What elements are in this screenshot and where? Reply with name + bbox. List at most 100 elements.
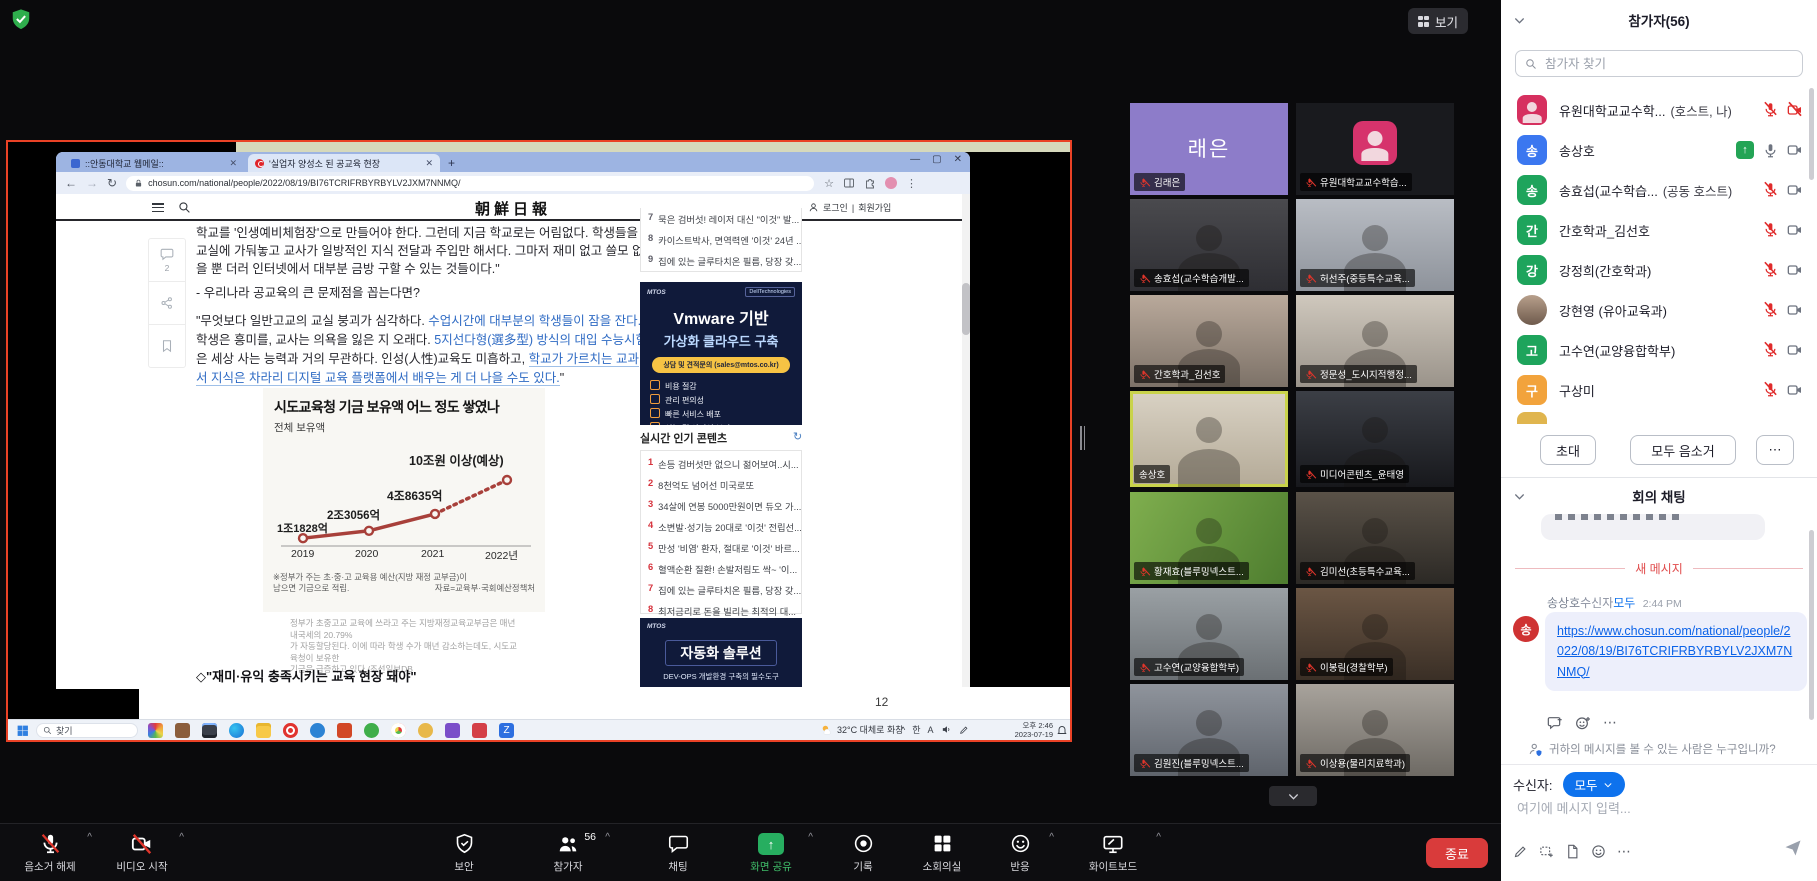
whiteboard-button[interactable]: ^ 화이트보드 bbox=[1063, 830, 1163, 876]
back-icon[interactable]: ← bbox=[65, 176, 77, 190]
collapse-videos-button[interactable] bbox=[1269, 786, 1317, 806]
tab-close-icon[interactable]: ✕ bbox=[425, 158, 433, 169]
chat-more-icon[interactable]: ⋯ bbox=[1617, 843, 1631, 860]
participants-button[interactable]: 56 ^ 참가자 bbox=[524, 830, 612, 876]
pen-input-icon[interactable] bbox=[959, 725, 969, 735]
invite-button[interactable]: 초대 bbox=[1540, 435, 1596, 465]
purple-app-icon[interactable] bbox=[445, 723, 460, 738]
record-button[interactable]: 기록 bbox=[827, 830, 899, 876]
browser-tab-webmail[interactable]: ::안동대학교 웹메일:: ✕ bbox=[64, 155, 244, 172]
tab-close-icon[interactable]: ✕ bbox=[229, 158, 237, 169]
popular-item[interactable]: 1손등 검버섯만 없으니 젊어보여..시... bbox=[641, 453, 801, 474]
share-options-chevron[interactable]: ^ bbox=[808, 832, 813, 843]
video-tile[interactable]: 송효섭(교수학습개발... bbox=[1130, 199, 1288, 291]
share-screen-button[interactable]: ↑ ^ 화면 공유 bbox=[727, 830, 815, 876]
highlighted-link-text[interactable]: 학교가 가르치는 교과 bbox=[529, 352, 639, 367]
red-app-icon[interactable] bbox=[472, 723, 487, 738]
mic-muted-icon[interactable] bbox=[1763, 301, 1778, 319]
display-app-icon[interactable] bbox=[202, 723, 217, 738]
reload-icon[interactable]: ↻ bbox=[107, 176, 117, 190]
system-tray[interactable]: ^ 한 A bbox=[901, 723, 969, 736]
unmute-button[interactable]: ^ 음소거 해제 bbox=[6, 830, 94, 876]
chat-button[interactable]: 채팅 bbox=[640, 830, 716, 876]
video-tile[interactable]: 이봉림(경찰학부) bbox=[1296, 588, 1454, 680]
edge-app-icon[interactable] bbox=[229, 723, 244, 738]
automation-ad-banner[interactable]: MTOS 자동화 솔루션 DEV-OPS 개발환경 구축의 필수도구 bbox=[640, 618, 802, 689]
popular-item[interactable]: 6혈액순환 질환! 손발저림도 싹~ '이... bbox=[641, 558, 801, 579]
video-tile[interactable]: 유원대학교교수학습... bbox=[1296, 103, 1454, 195]
taskbar-search[interactable]: 찾기 bbox=[36, 723, 138, 738]
highlighted-link-text[interactable]: 서 지식은 차라리 디지털 교육 플랫폼에서 배우는 게 더 나을 수도 있다. bbox=[196, 371, 560, 386]
participant-row[interactable]: 유원대학교교수학... (호스트, 나) bbox=[1501, 90, 1817, 130]
zoom-app-icon[interactable]: Z bbox=[499, 723, 514, 738]
video-icon[interactable] bbox=[1787, 222, 1803, 238]
folder-app-icon[interactable] bbox=[256, 723, 271, 738]
video-tile[interactable]: 간호학과_김선호 bbox=[1130, 295, 1288, 387]
office-app-icon[interactable] bbox=[337, 723, 352, 738]
video-tile[interactable]: 김원진(블루밍넥스트... bbox=[1130, 684, 1288, 776]
start-video-button[interactable]: ^ 비디오 시작 bbox=[98, 830, 186, 876]
signup-link[interactable]: 회원가입 bbox=[858, 201, 891, 214]
opera-app-icon[interactable] bbox=[283, 723, 298, 738]
video-icon[interactable] bbox=[1787, 342, 1803, 358]
format-icon[interactable] bbox=[1513, 844, 1528, 859]
window-maximize-icon[interactable]: ▢ bbox=[932, 154, 941, 165]
participant-row[interactable]: 고 고수연(교양융합학부) bbox=[1501, 330, 1817, 370]
color-wheel-app-icon[interactable] bbox=[148, 723, 163, 738]
video-tile[interactable]: 정문성_도시지적행정... bbox=[1296, 295, 1454, 387]
popular-item[interactable]: 28천억도 넘어선 미국로또 bbox=[641, 474, 801, 495]
refresh-icon[interactable]: ↻ bbox=[793, 430, 802, 443]
browser-menu-icon[interactable]: ⋮ bbox=[906, 177, 917, 190]
reactions-options-chevron[interactable]: ^ bbox=[1049, 832, 1054, 843]
bookmark-star-icon[interactable]: ☆ bbox=[824, 177, 834, 190]
popular-item[interactable]: 7집에 있는 글루타치온 필름, 당장 갖... bbox=[641, 579, 801, 600]
participant-row[interactable]: 강 강정희(간호학과) bbox=[1501, 250, 1817, 290]
send-icon[interactable] bbox=[1783, 838, 1803, 858]
ranking-item[interactable]: 7묵은 검버섯! 레이저 대신 "이것" 발... bbox=[641, 208, 801, 229]
end-meeting-button[interactable]: 종료 bbox=[1426, 838, 1488, 868]
reply-icon[interactable] bbox=[1547, 715, 1563, 731]
window-close-icon[interactable]: ✕ bbox=[954, 154, 962, 165]
split-view-icon[interactable] bbox=[843, 177, 855, 189]
screenshot-icon[interactable] bbox=[1539, 844, 1554, 859]
video-tile[interactable]: 미디어콘텐츠_윤태영 bbox=[1296, 391, 1454, 487]
video-options-chevron[interactable]: ^ bbox=[179, 832, 184, 843]
reactions-button[interactable]: ^ 반응 bbox=[984, 830, 1056, 876]
start-button-icon[interactable] bbox=[16, 724, 29, 737]
speaker-icon[interactable] bbox=[941, 724, 952, 735]
video-icon[interactable] bbox=[1787, 302, 1803, 318]
whiteboard-options-chevron[interactable]: ^ bbox=[1156, 832, 1161, 843]
participants-search[interactable] bbox=[1515, 50, 1803, 77]
window-minimize-icon[interactable]: — bbox=[910, 154, 920, 165]
video-tile[interactable]: 래은 김래은 bbox=[1130, 103, 1288, 195]
highlighted-link-text[interactable]: 5지선다형(選多型) 방식의 대입 수능시험 bbox=[434, 333, 647, 347]
video-tile[interactable]: 황재효(블루밍넥스트... bbox=[1130, 492, 1288, 584]
mic-muted-icon[interactable] bbox=[1763, 181, 1778, 199]
privacy-note[interactable]: 귀하의 메시지를 볼 수 있는 사람은 누구입니까? bbox=[1528, 741, 1776, 757]
participant-row[interactable]: 구 구상미 bbox=[1501, 370, 1817, 410]
video-tile[interactable]: 고수연(교양융합학부) bbox=[1130, 588, 1288, 680]
video-icon[interactable] bbox=[1787, 262, 1803, 278]
mic-muted-icon[interactable] bbox=[1763, 261, 1778, 279]
popular-item[interactable]: 4소변발·성기능 20대로 '이것' 전립선... bbox=[641, 516, 801, 537]
video-icon[interactable] bbox=[1787, 382, 1803, 398]
coin-app-icon[interactable] bbox=[418, 723, 433, 738]
chat-scrollbar[interactable] bbox=[1809, 530, 1814, 720]
participants-options-chevron[interactable]: ^ bbox=[605, 832, 610, 843]
taskbar-clock[interactable]: 오후 2:46 2023-07-19 bbox=[1001, 722, 1053, 739]
forward-icon[interactable]: → bbox=[86, 176, 98, 190]
page-scrollbar-thumb[interactable] bbox=[962, 283, 970, 335]
bookmark-button[interactable] bbox=[149, 325, 185, 367]
tray-chevron-icon[interactable]: ^ bbox=[901, 725, 905, 735]
video-off-icon[interactable] bbox=[1787, 101, 1803, 119]
mic-muted-icon[interactable] bbox=[1763, 341, 1778, 359]
address-bar[interactable]: chosun.com/national/people/2022/08/19/BI… bbox=[126, 176, 814, 191]
new-tab-button[interactable]: + bbox=[448, 156, 455, 170]
participant-row[interactable]: 송 송상호 ↑ bbox=[1501, 130, 1817, 170]
login-link[interactable]: 로그인 bbox=[823, 201, 848, 214]
breakout-rooms-button[interactable]: 소회의실 bbox=[902, 830, 982, 876]
ime-english[interactable]: A bbox=[928, 725, 934, 735]
participant-row[interactable]: 송 송효섭(교수학습... (공동 호스트) bbox=[1501, 170, 1817, 210]
highlighted-link-text[interactable]: 수업시간에 대부분의 학생들이 잠을 잔다. bbox=[428, 314, 641, 328]
file-icon[interactable] bbox=[1565, 844, 1580, 859]
